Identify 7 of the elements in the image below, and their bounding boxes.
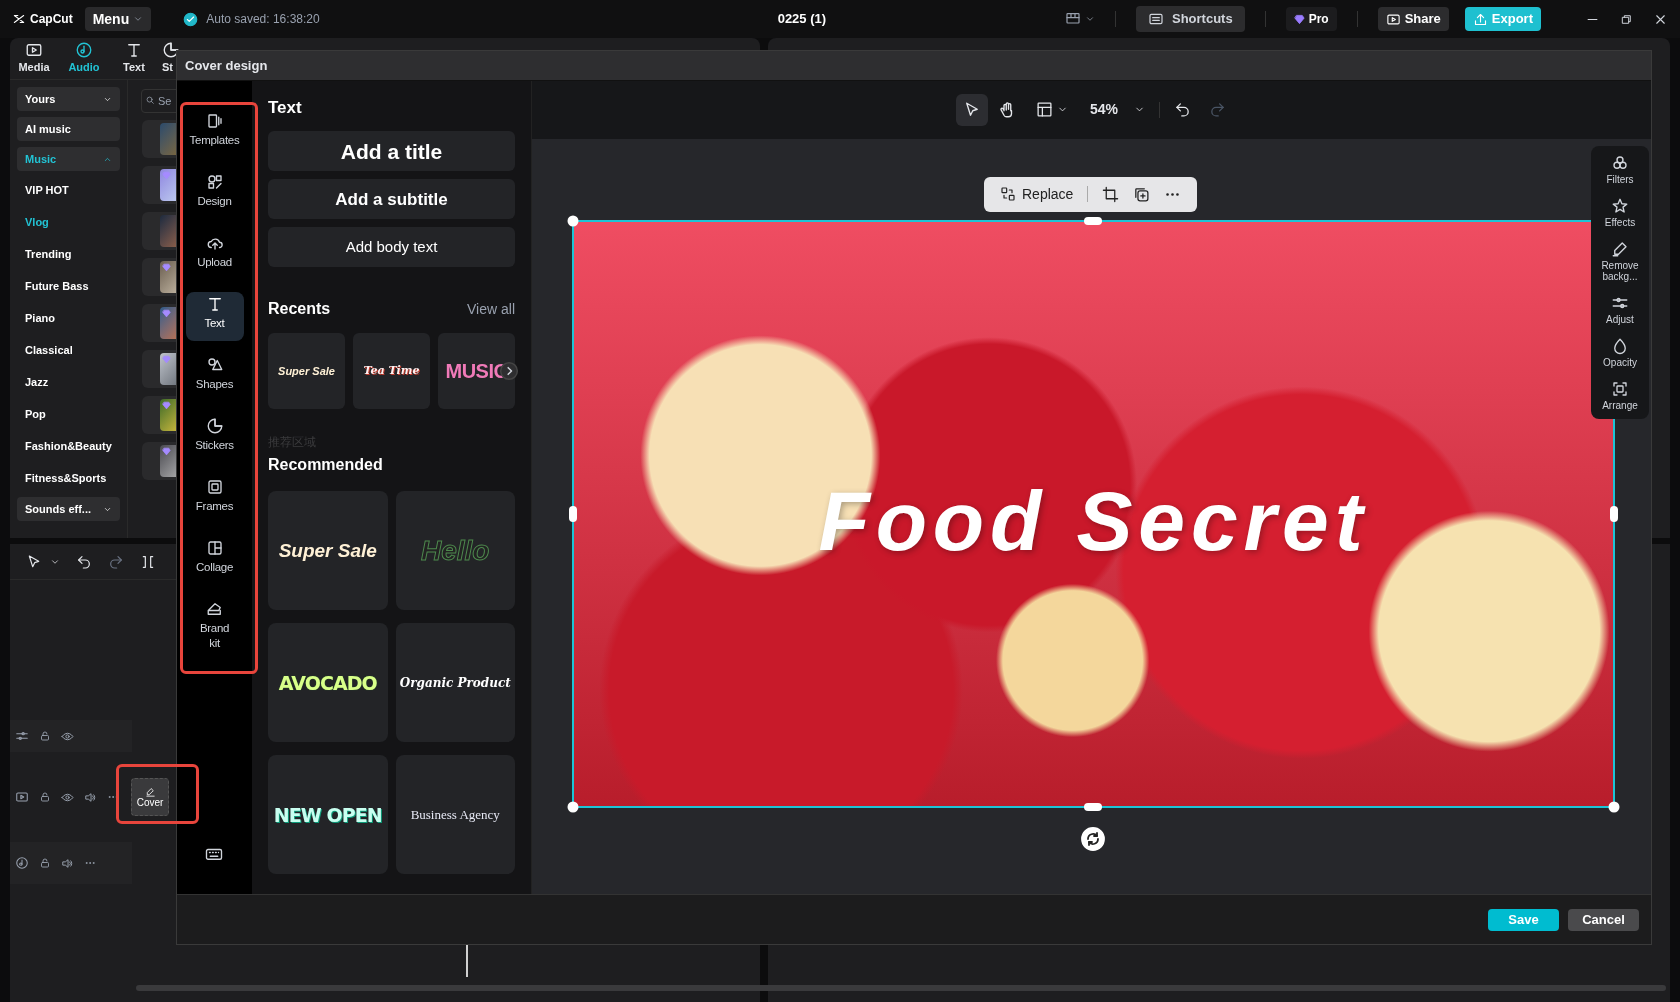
section-heading: Recommended	[268, 455, 384, 476]
autosave-status: Auto saved: 16:38:20	[206, 11, 320, 28]
app-logo: CapCut	[12, 10, 73, 28]
section-heading: Recents	[268, 299, 331, 320]
dialog-title: Cover design	[185, 56, 268, 75]
project-title: 0225 (1)	[777, 10, 827, 29]
panel-heading: Text	[268, 96, 303, 119]
